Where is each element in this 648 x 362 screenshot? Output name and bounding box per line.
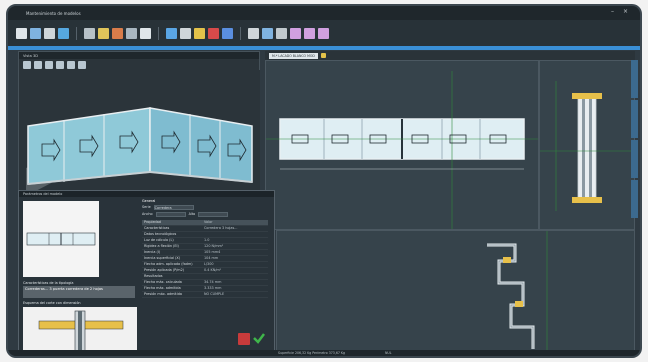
- serie-value: Corredera: [154, 205, 172, 210]
- accept-button[interactable]: [252, 331, 266, 345]
- elevation-view: [265, 60, 539, 230]
- serie-field[interactable]: Corredera: [153, 204, 194, 210]
- side-tab[interactable]: [631, 60, 638, 98]
- tool-icon[interactable]: [67, 60, 75, 69]
- view-3d-toolbar: [19, 59, 259, 70]
- thumbnail-drawing: [26, 232, 96, 246]
- tool-icon[interactable]: [78, 60, 86, 69]
- pen2-icon[interactable]: [304, 27, 315, 39]
- layout-icon[interactable]: [140, 27, 151, 39]
- view-3d-window: Vista 3D: [18, 51, 260, 191]
- title-bar: Mantenimiento de modelos – ×: [8, 6, 640, 20]
- profile-icon[interactable]: [126, 27, 137, 39]
- window-title: Mantenimiento de modelos: [26, 10, 81, 16]
- table-icon[interactable]: [180, 27, 191, 39]
- alto-label: Alto: [188, 212, 196, 216]
- general-label: General: [142, 199, 156, 203]
- tool-icon[interactable]: [23, 60, 31, 69]
- dialog-right-panel: General Serie Corredera Ancho Alto Propi…: [142, 199, 272, 356]
- ancho-field[interactable]: [155, 211, 186, 217]
- color-icon[interactable]: [208, 27, 219, 39]
- view-3d-title: Vista 3D: [19, 52, 259, 59]
- side-tab[interactable]: [631, 100, 638, 138]
- ribbon-bar: [8, 46, 640, 50]
- tab-close-icon[interactable]: [320, 53, 326, 58]
- right-panel-tabs: [631, 60, 638, 230]
- measure-icon[interactable]: [98, 27, 109, 39]
- side-section-drawing: [540, 81, 634, 211]
- window-icon[interactable]: [166, 27, 177, 39]
- status-left: Superficie 206,32 Kg Perímetro 373,67 Kg: [278, 351, 346, 355]
- model-3d-drawing: [20, 70, 260, 190]
- side-tab[interactable]: [631, 140, 638, 178]
- pen3-icon[interactable]: [318, 27, 329, 39]
- serie-label: Serie: [142, 205, 151, 209]
- document-tab[interactable]: M.* LACADO BLANCO MOD: [269, 52, 318, 59]
- tipology-value: Correderas... 3 puerta corredera de 2 ho…: [23, 286, 135, 298]
- new-icon[interactable]: [16, 27, 27, 39]
- open-icon[interactable]: [30, 27, 41, 39]
- tipology-label: Características de la tipología: [23, 281, 74, 285]
- model-thumbnail: [23, 201, 99, 277]
- rotate-icon[interactable]: [276, 27, 287, 39]
- status-right: NUL: [385, 351, 392, 355]
- section-view: [276, 230, 635, 355]
- main-toolbar: [8, 20, 640, 46]
- cancel-button[interactable]: [238, 333, 250, 345]
- grid-icon[interactable]: [58, 27, 69, 39]
- section-label: Esquema del corte con dimensión: [23, 301, 81, 305]
- save-icon[interactable]: [44, 27, 55, 39]
- pan-icon[interactable]: [262, 27, 273, 39]
- document-tabs: M.* LACADO BLANCO MOD: [265, 51, 635, 60]
- close-icon[interactable]: ×: [623, 9, 628, 15]
- table-row: Presión máx. admitida NO CUMPLE: [142, 292, 268, 298]
- export-icon[interactable]: [112, 27, 123, 39]
- zoom-icon[interactable]: [248, 27, 259, 39]
- alto-field[interactable]: [198, 211, 229, 217]
- window-controls: – ×: [611, 9, 628, 15]
- tool-icon[interactable]: [56, 60, 64, 69]
- side-tab[interactable]: [631, 180, 638, 218]
- app-window: Mantenimiento de modelos – × Vista 3D M.…: [6, 4, 642, 358]
- minimize-icon[interactable]: –: [611, 9, 614, 15]
- tools-icon[interactable]: [222, 27, 233, 39]
- section-drawing: [487, 231, 548, 354]
- tool-icon[interactable]: [34, 60, 42, 69]
- status-bar: Superficie 206,32 Kg Perímetro 373,67 Kg…: [8, 350, 640, 356]
- side-section-view: [539, 60, 635, 230]
- dialog-left-panel: Características de la tipología Correder…: [21, 199, 139, 356]
- lock-icon[interactable]: [194, 27, 205, 39]
- dialog-title: Parámetros del modelo: [19, 191, 274, 197]
- properties-table: Propiedad Valor Características Corredera…: [142, 220, 268, 298]
- print-icon[interactable]: [84, 27, 95, 39]
- ancho-label: Ancho: [142, 212, 153, 216]
- elevation-drawing: [266, 71, 538, 229]
- pen-icon[interactable]: [290, 27, 301, 39]
- parameters-dialog: Parámetros del modelo Características de…: [18, 190, 275, 356]
- tool-icon[interactable]: [45, 60, 53, 69]
